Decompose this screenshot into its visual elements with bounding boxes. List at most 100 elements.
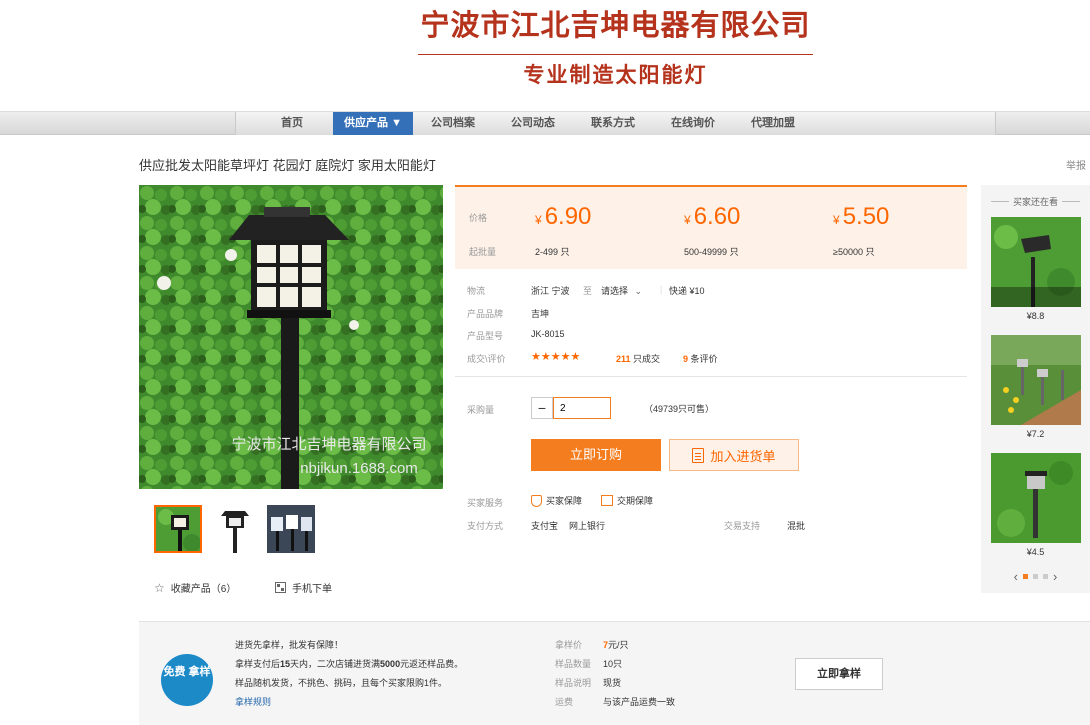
also-viewed-item-2[interactable] (991, 335, 1081, 425)
sold-count[interactable]: 211 只成交 (616, 352, 660, 365)
range-tier-3: ≥50000 只 (833, 247, 875, 257)
company-name: 宁波市江北吉坤电器有限公司 (420, 8, 811, 42)
price-tier-2: ¥6.60 (684, 203, 741, 230)
shipping-fee: 快递 ¥10 (669, 286, 705, 296)
sample-freight-label: 运费 (555, 697, 574, 707)
payment-label: 支付方式 (467, 521, 504, 531)
star-outline-icon: ☆ (154, 580, 165, 595)
available-stock: （49739只可售） (644, 404, 715, 414)
also-viewed-item-3[interactable] (991, 453, 1081, 543)
sample-qty-label: 样品数量 (555, 659, 592, 669)
buyer-guarantee[interactable]: 买家保障 (531, 494, 582, 507)
range-tier-1: 2-499 只 (535, 247, 570, 257)
calendar-icon (601, 495, 613, 506)
review-count[interactable]: 9 条评价 (683, 352, 718, 365)
banner-divider (418, 54, 813, 55)
qty-minus-button[interactable]: − (531, 397, 553, 419)
thumbnail-1[interactable] (154, 505, 202, 553)
rating-stars: ★★★★★ (531, 351, 581, 363)
sample-freight-value: 与该产品运费一致 (603, 697, 676, 707)
thumbnail-3[interactable] (267, 505, 315, 553)
thumbnail-2[interactable] (211, 505, 259, 553)
qty-input[interactable] (553, 397, 611, 419)
chevron-left-icon[interactable]: ‹ (1014, 569, 1018, 584)
sample-rules-link[interactable]: 拿样规则 (235, 695, 271, 708)
pager-dot-3[interactable] (1043, 574, 1048, 579)
nav-item-contact[interactable]: 联系方式 (573, 112, 653, 135)
trade-support-value: 混批 (787, 521, 806, 531)
brand-label: 产品品牌 (467, 309, 504, 319)
sample-line-1: 进货先拿样，批发有保障！ (235, 640, 344, 650)
qrcode-icon (275, 582, 286, 593)
model-label: 产品型号 (467, 331, 504, 341)
buy-now-button[interactable]: 立即订购 (531, 439, 661, 471)
nav-item-inquiry[interactable]: 在线询价 (653, 112, 733, 135)
nav-item-agency[interactable]: 代理加盟 (733, 112, 813, 135)
also-viewed-price-3: ¥4.5 (1026, 547, 1045, 557)
image-watermark-cn: 宁波市江北吉坤电器有限公司 (231, 435, 426, 453)
also-viewed-price-2: ¥7.2 (1026, 429, 1045, 439)
pager-dot-2[interactable] (1033, 574, 1038, 579)
sidebar-pager: ‹ › (981, 569, 1090, 584)
favorite-product[interactable]: ☆ 收藏产品（6） (154, 580, 237, 596)
sample-qty-value: 10只 (603, 659, 623, 669)
model-value: JK-8015 (531, 329, 565, 339)
quantity-stepper: − (531, 397, 611, 419)
cart-label: 加入进货单 (710, 448, 776, 464)
buyer-service-label: 买家服务 (467, 498, 504, 508)
trade-support-label: 交易支持 (724, 521, 761, 531)
shield-icon (531, 494, 542, 507)
get-sample-button[interactable]: 立即拿样 (795, 658, 883, 690)
brand-value: 吉坤 (531, 309, 550, 319)
price-tier-3: ¥5.50 (833, 203, 890, 230)
add-to-cart-button[interactable]: 加入进货单 (669, 439, 799, 471)
sidebar-title: 买家还在看 (981, 195, 1090, 208)
logistics-to: 至 (583, 286, 593, 296)
logistics-divider: | (660, 284, 663, 294)
pager-dot-1[interactable] (1023, 574, 1028, 579)
price-tier-1: ¥6.90 (535, 203, 592, 230)
free-sample-badge: 免费 拿样 (161, 654, 213, 706)
destination-select[interactable]: 请选择 ⌄ (601, 284, 642, 297)
chevron-right-icon[interactable]: › (1053, 569, 1057, 584)
qty-label: 采购量 (467, 405, 495, 415)
also-viewed-item-1[interactable] (991, 217, 1081, 307)
nav-item-home[interactable]: 首页 (251, 112, 333, 135)
sample-desc-value: 现货 (603, 678, 622, 688)
payment-bank: 网上银行 (569, 521, 606, 531)
mobile-order[interactable]: 手机下单 (275, 580, 332, 595)
delivery-guarantee[interactable]: 交期保障 (601, 494, 653, 507)
range-tier-2: 500-49999 只 (684, 247, 739, 257)
details-divider (455, 376, 967, 377)
product-title: 供应批发太阳能草坪灯 花园灯 庭院灯 家用太阳能灯 (139, 158, 436, 173)
nav-bar: 首页 供应产品 ▼ 公司档案 公司动态 联系方式 在线询价 代理加盟 (0, 111, 1090, 135)
sample-price-label: 拿样价 (555, 640, 583, 650)
deal-label: 成交\评价 (467, 354, 506, 364)
main-product-image[interactable]: 宁波市江北吉坤电器有限公司 nbjikun.1688.com (139, 185, 443, 489)
sample-line-3: 样品随机发货，不挑色、挑码，且每个买家限购1件。 (235, 678, 448, 688)
sample-line-2: 拿样支付后15天内，二次店铺进货满5000元返还样品费。 (235, 659, 464, 669)
also-viewed-sidebar: 买家还在看 ¥8.8 ¥7.2 ¥4.5 ‹ › (981, 185, 1090, 593)
chevron-down-icon: ⌄ (634, 286, 643, 296)
clipboard-icon (692, 447, 705, 463)
free-sample-section: 免费 拿样 进货先拿样，批发有保障！ 拿样支付后15天内，二次店铺进货满5000… (139, 621, 1090, 725)
also-viewed-price-1: ¥8.8 (1026, 311, 1045, 321)
report-link[interactable]: 举报 (1066, 157, 1086, 172)
sample-price-value: 7元/只 (603, 640, 629, 650)
sample-desc-label: 样品说明 (555, 678, 592, 688)
nav-menu: 首页 供应产品 ▼ 公司档案 公司动态 联系方式 在线询价 代理加盟 (235, 112, 996, 135)
company-slogan: 专业制造太阳能灯 (523, 63, 708, 87)
logistics-origin: 浙江 宁波 (531, 286, 570, 296)
nav-item-products[interactable]: 供应产品 ▼ (333, 112, 413, 135)
favorite-label: 收藏产品（6） (170, 584, 237, 595)
company-banner: 宁波市江北吉坤电器有限公司 专业制造太阳能灯 (418, 6, 813, 89)
payment-alipay: 支付宝 (531, 521, 559, 531)
product-page: 宁波市江北吉坤电器有限公司 专业制造太阳能灯 首页 供应产品 ▼ 公司档案 公司… (0, 0, 1090, 725)
logistics-label: 物流 (467, 286, 486, 296)
price-label: 价格 (469, 213, 488, 223)
mobile-order-label: 手机下单 (292, 584, 332, 595)
nav-item-profile[interactable]: 公司档案 (413, 112, 493, 135)
price-panel: 价格 起批量 ¥6.90 ¥6.60 ¥5.50 2-499 只 500-499… (455, 185, 967, 269)
nav-item-news[interactable]: 公司动态 (493, 112, 573, 135)
moq-label: 起批量 (469, 247, 497, 257)
